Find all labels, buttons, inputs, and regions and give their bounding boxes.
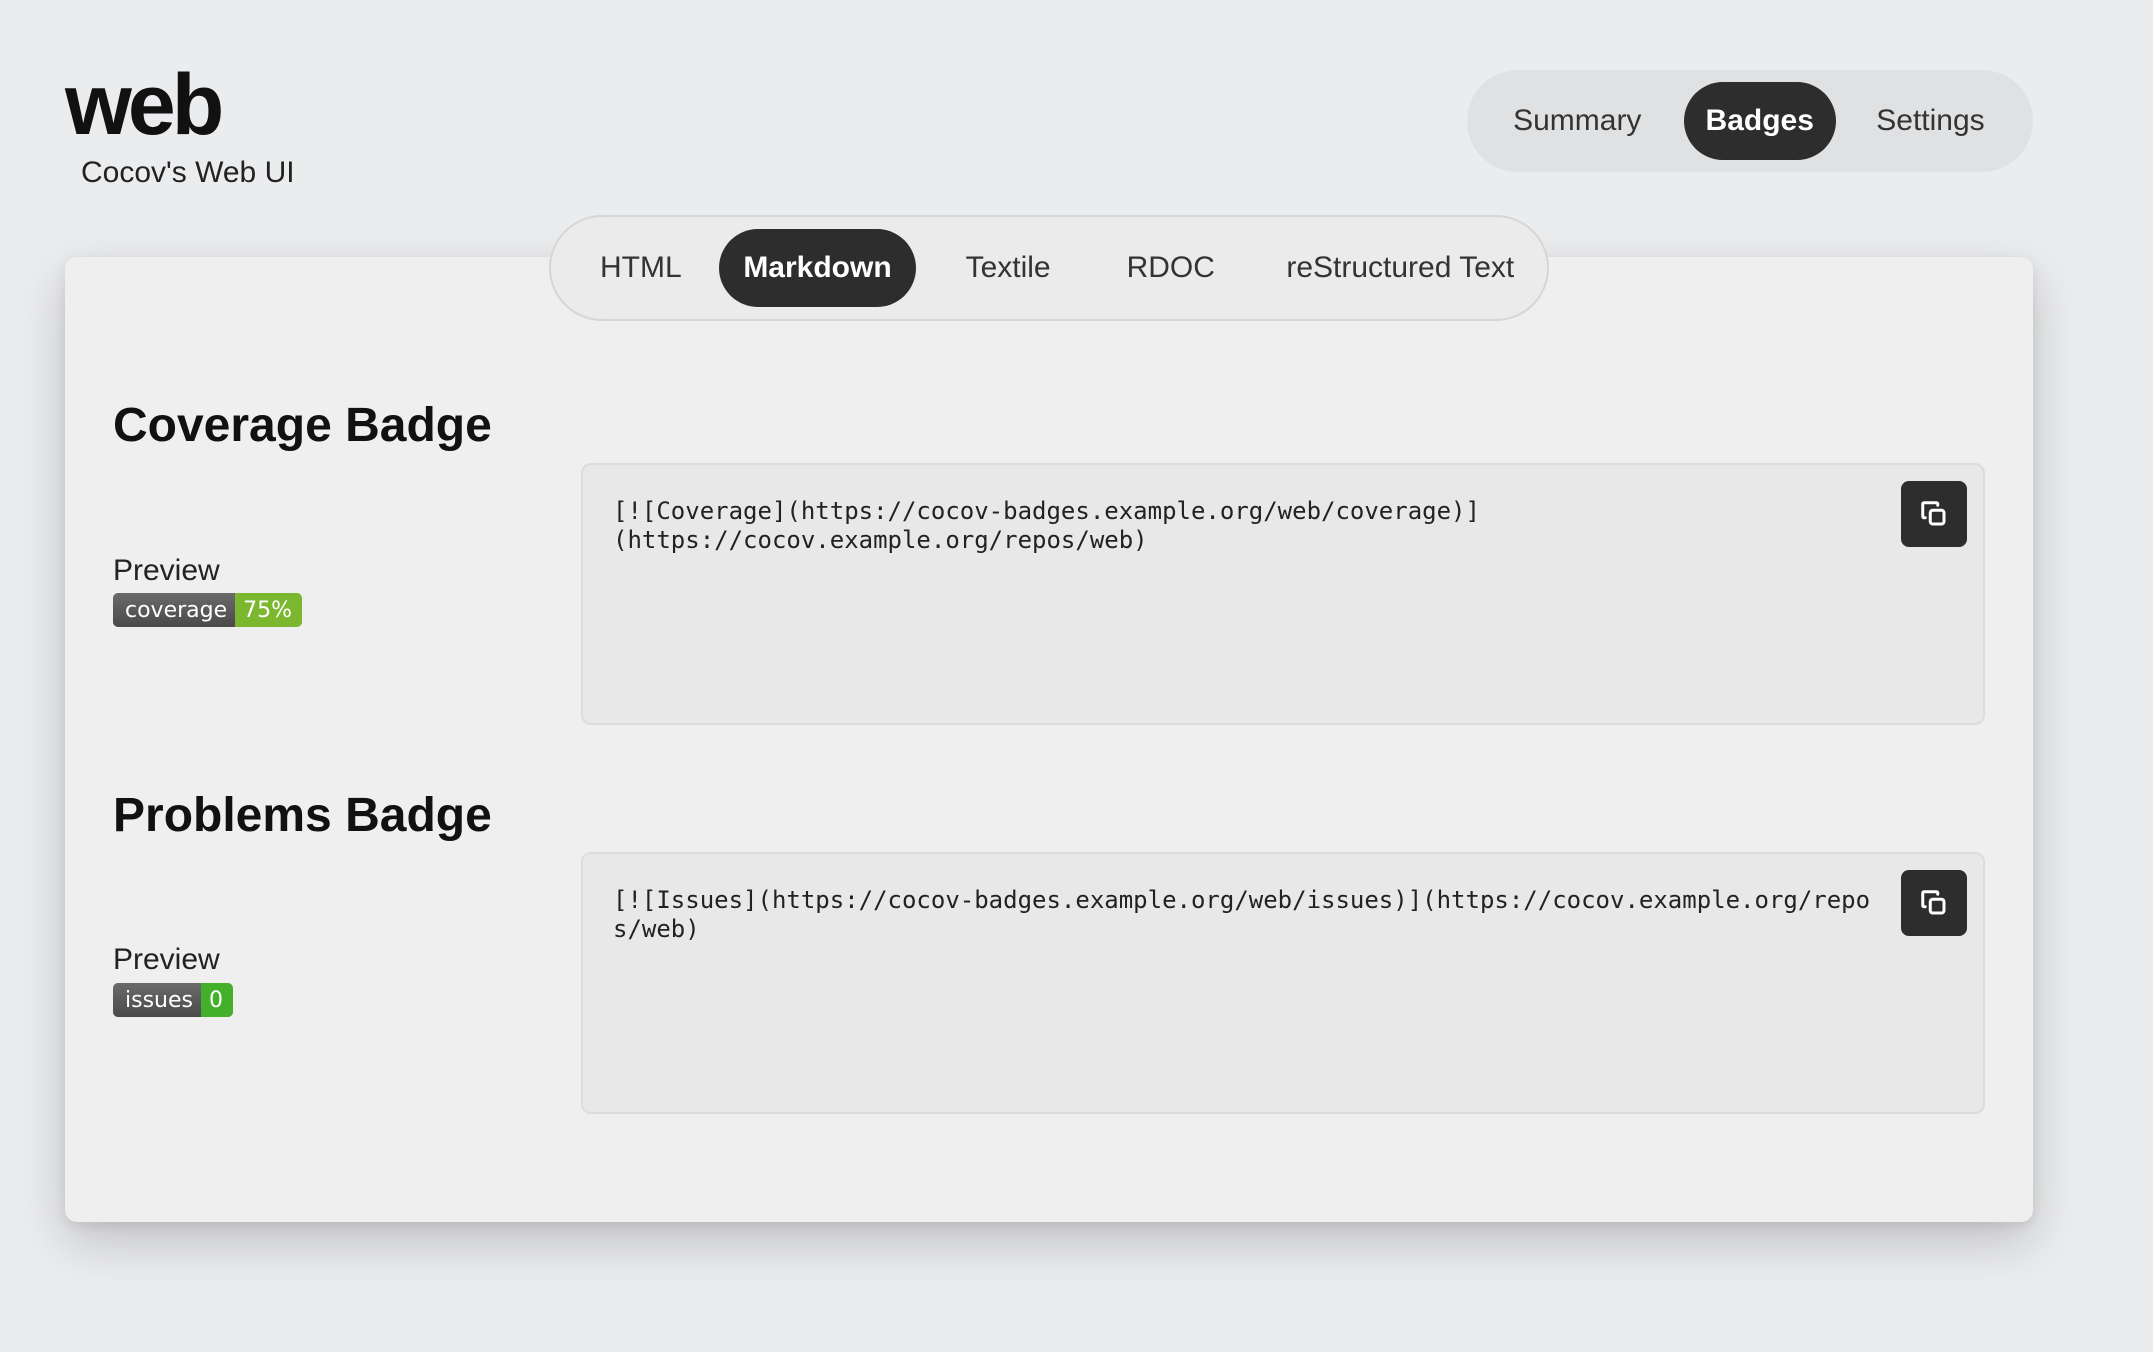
nav-summary[interactable]: Summary (1475, 82, 1680, 160)
nav-badges[interactable]: Badges (1683, 82, 1836, 160)
problems-badge-title: Problems Badge (113, 789, 492, 842)
app-subtitle: Cocov's Web UI (81, 156, 295, 189)
problems-copy-button[interactable] (1901, 870, 1967, 936)
coverage-code-box[interactable]: [![Coverage](https://cocov-badges.exampl… (581, 463, 1985, 725)
coverage-badge-value: 75% (235, 593, 303, 627)
top-nav: Summary Badges Settings (1467, 70, 2033, 172)
coverage-badge-title: Coverage Badge (113, 399, 492, 452)
tab-html[interactable]: HTML (571, 229, 711, 307)
tab-restructured-text[interactable]: reStructured Text (1266, 229, 1535, 307)
problems-badge-label: issues (113, 983, 201, 1017)
brand: web Cocov's Web UI (65, 60, 295, 190)
tab-textile[interactable]: Textile (920, 229, 1096, 307)
format-tabs: HTML Markdown Textile RDOC reStructured … (549, 215, 1549, 321)
coverage-copy-button[interactable] (1901, 481, 1967, 547)
problems-code-snippet[interactable]: [![Issues](https://cocov-badges.example.… (613, 886, 1873, 944)
problems-badge-preview: issues 0 (113, 983, 233, 1017)
coverage-badge-label: coverage (113, 593, 236, 627)
tab-markdown[interactable]: Markdown (718, 229, 917, 307)
nav-settings[interactable]: Settings (1836, 82, 2025, 160)
problems-code-box[interactable]: [![Issues](https://cocov-badges.example.… (581, 852, 1985, 1114)
coverage-badge-preview: coverage 75% (113, 593, 303, 627)
tab-rdoc[interactable]: RDOC (1096, 229, 1246, 307)
problems-badge-value: 0 (200, 983, 233, 1017)
problems-preview-label: Preview (113, 943, 220, 976)
app-title: web (65, 57, 224, 153)
copy-icon (1921, 501, 1946, 526)
coverage-preview-label: Preview (113, 554, 220, 587)
copy-icon (1921, 890, 1946, 915)
coverage-code-snippet[interactable]: [![Coverage](https://cocov-badges.exampl… (613, 497, 1873, 555)
